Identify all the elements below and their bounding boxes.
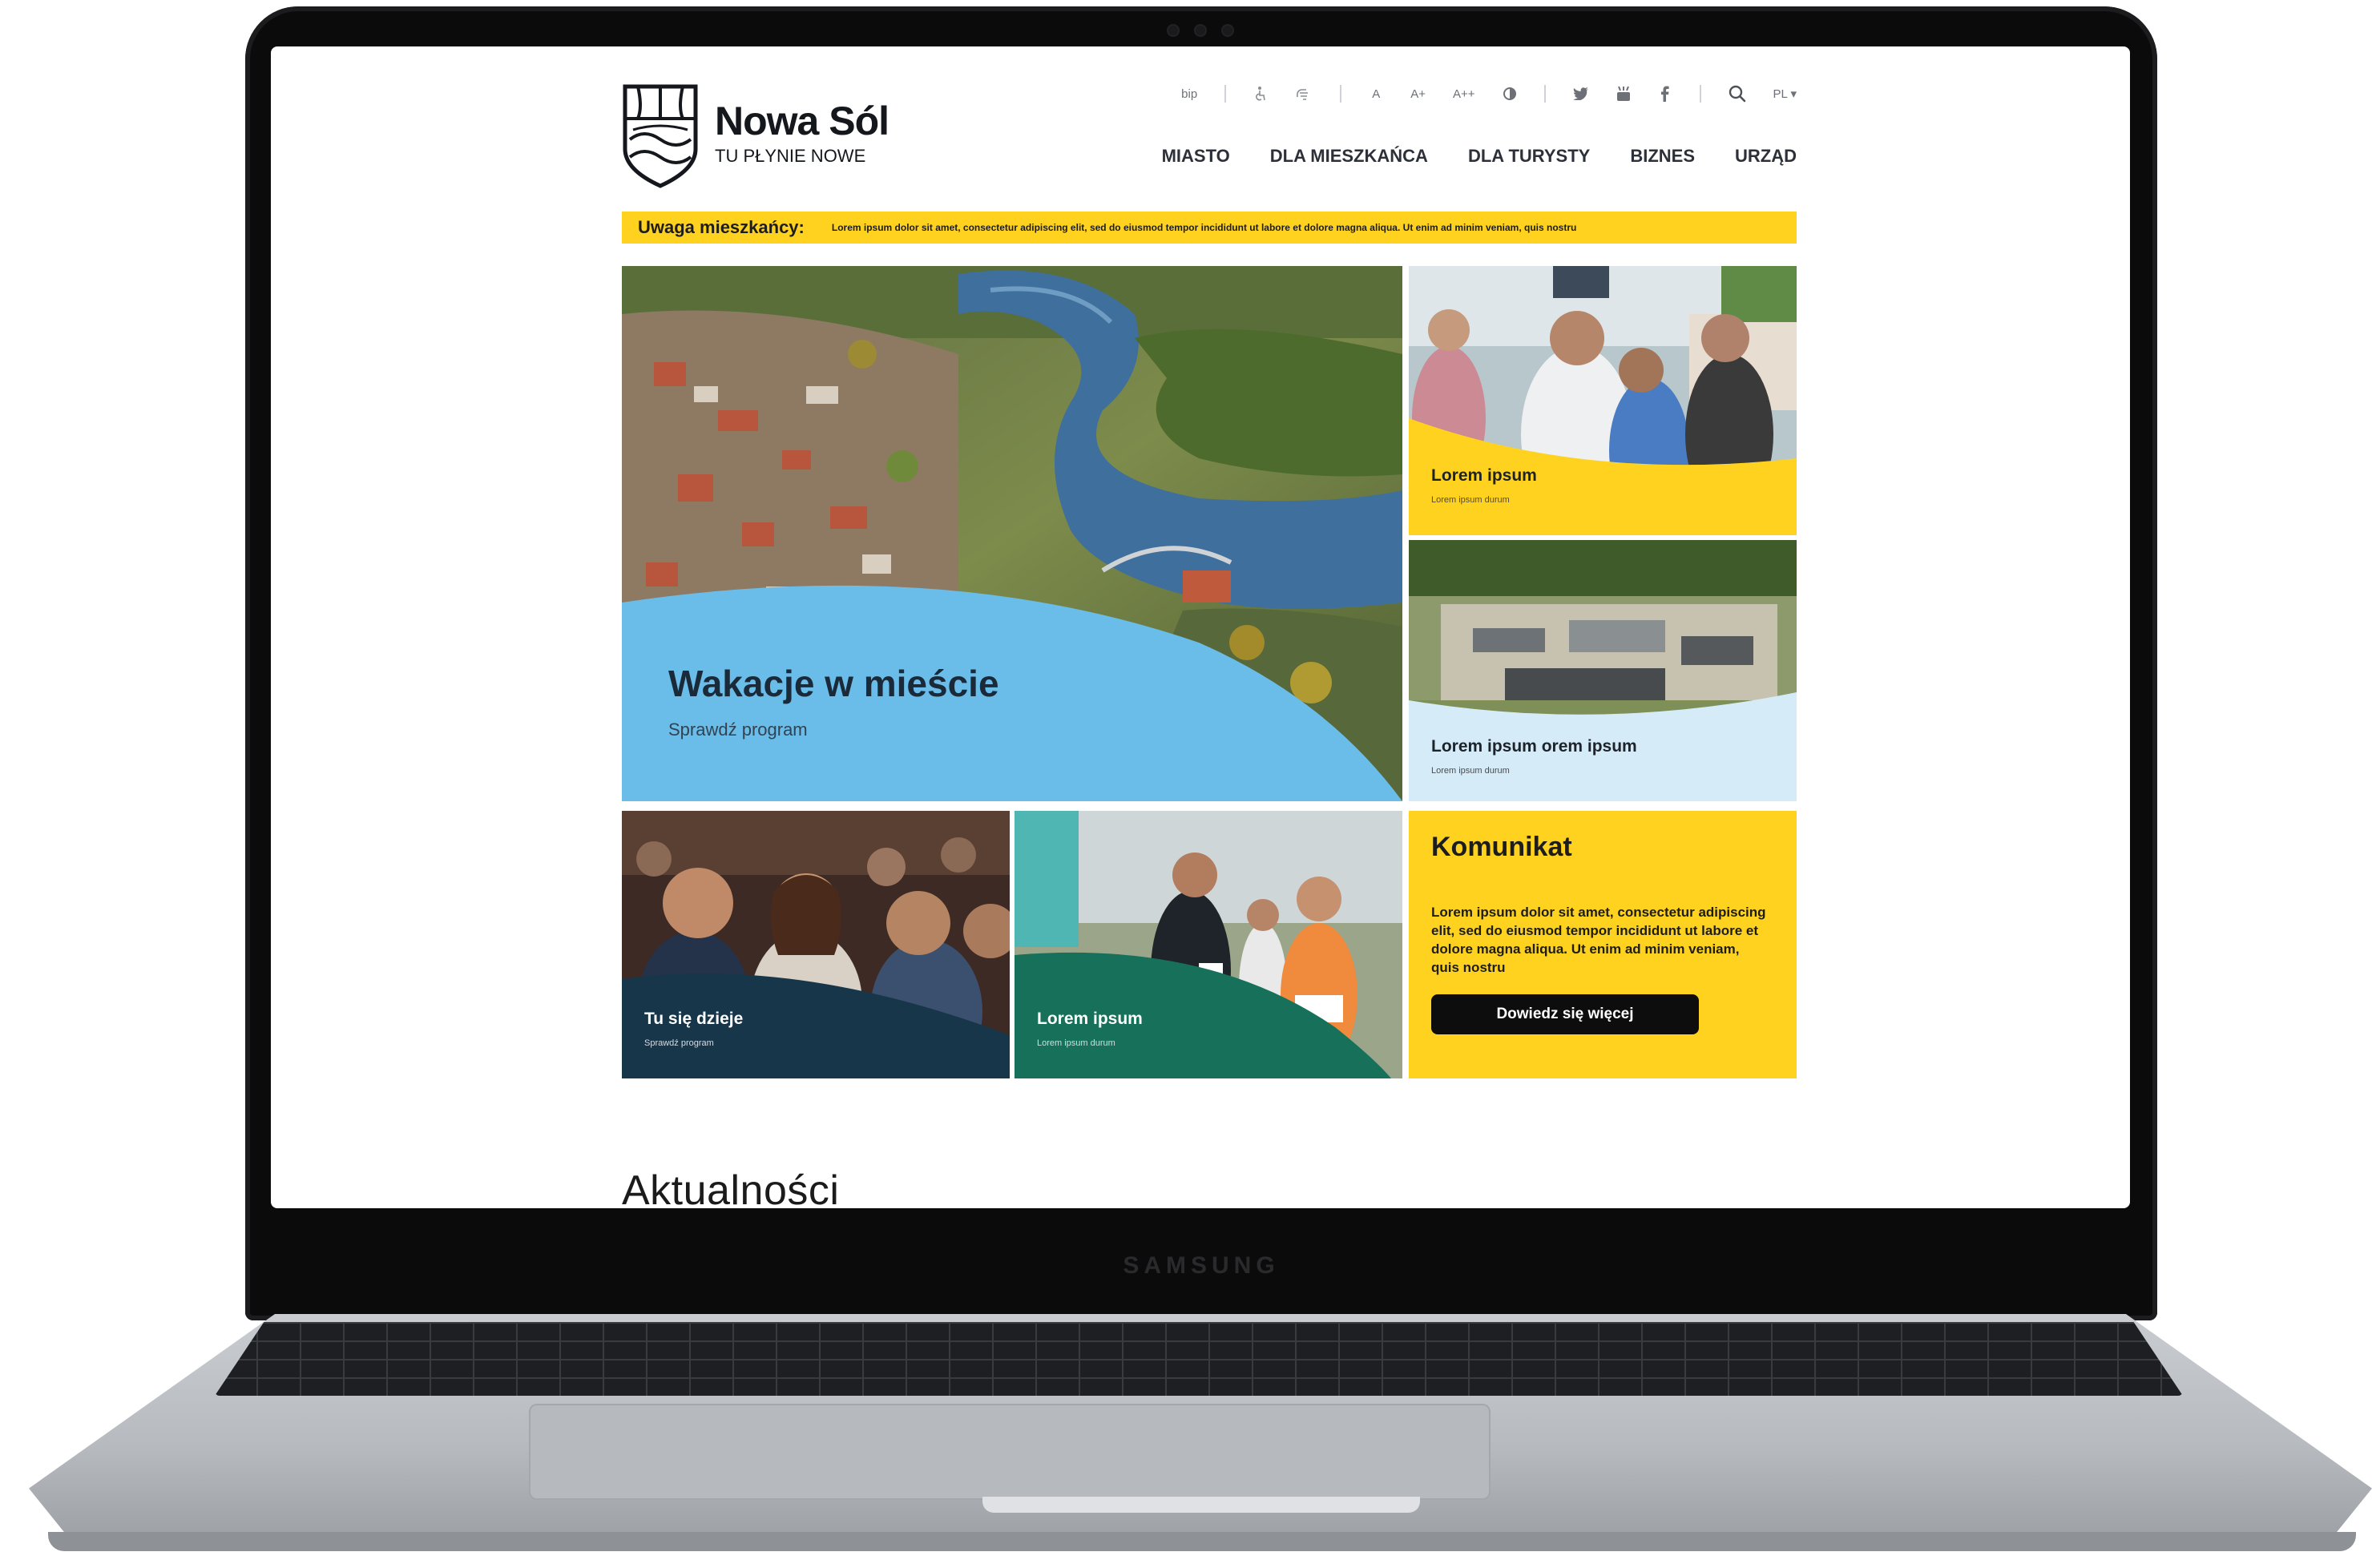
- family-title: Lorem ipsum: [1431, 466, 1537, 485]
- announcement-tile: Komunikat Lorem ipsum dolor sit amet, co…: [1409, 811, 1797, 1078]
- family-caption: Lorem ipsum Lorem ipsum durum: [1431, 466, 1537, 505]
- search-icon[interactable]: [1729, 84, 1746, 103]
- utility-bar: bip A A+ A++ PL ▾: [1181, 82, 1797, 106]
- alert-banner[interactable]: Uwaga mieszkańcy: Lorem ipsum dolor sit …: [622, 212, 1797, 244]
- running-caption: Lorem ipsum Lorem ipsum durum: [1037, 1010, 1143, 1048]
- font-size-a-plus-plus[interactable]: A++: [1453, 84, 1475, 103]
- divider: [1699, 85, 1701, 103]
- bip-link[interactable]: bip: [1181, 84, 1197, 103]
- keyboard: [215, 1322, 2183, 1396]
- alert-text: Lorem ipsum dolor sit amet, consectetur …: [831, 222, 1577, 233]
- sign-language-icon[interactable]: [1295, 84, 1313, 103]
- camera-dot: [1167, 24, 1180, 37]
- font-size-a-plus[interactable]: A+: [1410, 84, 1426, 103]
- font-size-a[interactable]: A: [1369, 84, 1383, 103]
- logo-name: Nowa Sól: [715, 99, 890, 143]
- industrial-title: Lorem ipsum orem ipsum: [1431, 737, 1637, 756]
- site-logo[interactable]: Nowa Sól TU PŁYNIE NOWE: [622, 83, 942, 191]
- laptop-screen: Nowa Sól TU PŁYNIE NOWE bip A A+ A++ PL …: [271, 46, 2130, 1208]
- nav-item-biznes[interactable]: BIZNES: [1630, 146, 1695, 167]
- nav-item-dla-turysty[interactable]: DLA TURYSTY: [1468, 146, 1590, 167]
- running-title: Lorem ipsum: [1037, 1010, 1143, 1028]
- industrial-subtitle: Lorem ipsum durum: [1431, 766, 1510, 776]
- divider: [1224, 85, 1227, 103]
- youtube-icon[interactable]: [1616, 84, 1631, 103]
- divider: [1543, 85, 1546, 103]
- alert-title: Uwaga mieszkańcy:: [638, 217, 805, 237]
- facebook-icon[interactable]: [1658, 84, 1672, 103]
- nav-item-miasto[interactable]: MIASTO: [1162, 146, 1230, 167]
- hero-caption: Wakacje w mieście Sprawdź program: [668, 662, 999, 740]
- camera-dot: [1221, 24, 1234, 37]
- events-title: Tu się dzieje: [644, 1010, 744, 1028]
- device-brand: SAMSUNG: [1123, 1252, 1280, 1279]
- laptop-mockup: SAMSUNG Nowa Sól TU PŁYNIE NOWE bip A A+…: [0, 0, 2372, 1568]
- twitter-icon[interactable]: [1572, 84, 1589, 103]
- lid-notch: [982, 1497, 1420, 1513]
- family-tile[interactable]: Lorem ipsum Lorem ipsum durum: [1409, 266, 1797, 535]
- logo-tagline: TU PŁYNIE NOWE: [715, 146, 866, 166]
- events-tile[interactable]: Tu się dzieje Sprawdź program: [622, 811, 1010, 1078]
- events-subtitle: Sprawdź program: [644, 1038, 714, 1048]
- main-nav: MIASTO DLA MIESZKAŃCA DLA TURYSTY BIZNES…: [1162, 146, 1797, 167]
- industrial-caption: Lorem ipsum orem ipsum Lorem ipsum durum: [1431, 737, 1637, 776]
- contrast-icon[interactable]: [1503, 84, 1517, 103]
- industrial-tile[interactable]: Lorem ipsum orem ipsum Lorem ipsum durum: [1409, 540, 1797, 801]
- divider: [1340, 85, 1342, 103]
- running-subtitle: Lorem ipsum durum: [1037, 1038, 1115, 1048]
- announcement-text: Lorem ipsum dolor sit amet, consectetur …: [1431, 905, 1766, 975]
- nav-item-dla-mieszkanca[interactable]: DLA MIESZKAŃCA: [1270, 146, 1428, 167]
- language-select[interactable]: PL ▾: [1773, 84, 1797, 103]
- running-tile[interactable]: Lorem ipsum Lorem ipsum durum: [1015, 811, 1402, 1078]
- nav-item-urzad[interactable]: URZĄD: [1735, 146, 1797, 167]
- laptop-foot: [48, 1532, 2356, 1551]
- hero-title: Wakacje w mieście: [668, 663, 999, 704]
- family-subtitle: Lorem ipsum durum: [1431, 495, 1510, 505]
- learn-more-button[interactable]: Dowiedz się więcej: [1431, 994, 1699, 1034]
- announcement-title: Komunikat: [1431, 832, 1572, 862]
- city-crest-icon: [623, 84, 698, 188]
- camera-icon: [1194, 24, 1207, 37]
- hero-subtitle: Sprawdź program: [668, 720, 808, 740]
- hero-tile[interactable]: Wakacje w mieście Sprawdź program: [622, 266, 1402, 801]
- news-section-heading: Aktualności: [622, 1167, 840, 1208]
- accessibility-icon[interactable]: [1253, 84, 1268, 103]
- trackpad: [529, 1404, 1491, 1500]
- events-caption: Tu się dzieje Sprawdź program: [644, 1010, 743, 1048]
